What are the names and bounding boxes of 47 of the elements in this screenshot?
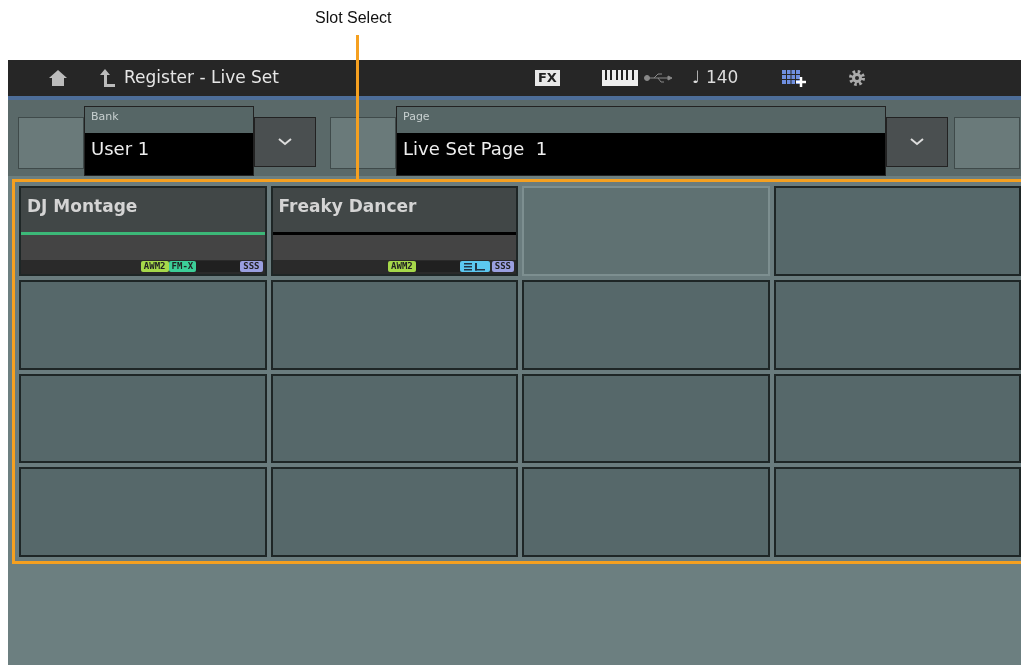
engine-tag: AWM2 xyxy=(140,261,169,273)
live-set-slot[interactable]: Freaky Dancer AWM2 SSS xyxy=(270,186,518,276)
callout-label: Slot Select xyxy=(315,9,392,27)
fx-badge[interactable]: FX xyxy=(534,70,560,86)
up-arrow-icon[interactable] xyxy=(100,68,116,88)
keyboard-icon xyxy=(601,70,638,86)
side-pad xyxy=(330,117,396,169)
home-icon[interactable] xyxy=(48,69,68,87)
field-label: Page xyxy=(397,107,885,133)
empty-slot[interactable] xyxy=(19,279,267,370)
screen-title: Register - Live Set xyxy=(124,66,279,90)
engine-tag: AWM2 xyxy=(388,261,416,273)
empty-slot[interactable] xyxy=(773,373,1021,464)
side-pad xyxy=(18,117,84,169)
usb-icon xyxy=(643,72,672,84)
engine-tag: SSS xyxy=(240,261,263,273)
field-value: User 1 xyxy=(90,137,151,161)
empty-slot[interactable] xyxy=(773,186,1021,276)
chevron-down-icon xyxy=(278,138,292,146)
grid-plus-icon[interactable] xyxy=(782,69,809,87)
empty-slot[interactable] xyxy=(270,373,518,464)
slot-name: Freaky Dancer xyxy=(272,188,516,232)
empty-slot[interactable] xyxy=(522,467,770,557)
tempo-value[interactable]: 140 xyxy=(705,65,739,91)
chevron-down-icon xyxy=(910,138,924,146)
live-set-slot[interactable]: DJ Montage AWM2 FM-X SSS xyxy=(19,186,267,276)
empty-slot[interactable] xyxy=(19,373,267,464)
empty-slot[interactable] xyxy=(522,186,770,276)
empty-slot[interactable] xyxy=(270,279,518,370)
empty-slot[interactable] xyxy=(19,467,267,557)
bank-field[interactable]: Bank User 1 xyxy=(84,106,254,176)
settings-icon[interactable] xyxy=(848,69,867,87)
field-label: Bank xyxy=(85,107,253,133)
note-symbol: ♩ xyxy=(691,66,700,90)
empty-slot[interactable] xyxy=(522,279,770,370)
page-field[interactable]: Page Live Set Page 1 xyxy=(396,106,886,176)
side-pad xyxy=(954,117,1020,169)
bank-dropdown-button[interactable] xyxy=(254,117,316,167)
engine-tag: SSS xyxy=(491,261,514,273)
empty-slot[interactable] xyxy=(270,467,518,557)
slot-name: DJ Montage xyxy=(21,188,265,232)
empty-slot[interactable] xyxy=(522,373,770,464)
engine-tag: FM-X xyxy=(168,261,197,273)
empty-slot[interactable] xyxy=(773,467,1021,557)
empty-slot[interactable] xyxy=(773,279,1021,370)
field-value: Live Set Page 1 xyxy=(402,137,549,161)
page-dropdown-button[interactable] xyxy=(886,117,948,167)
